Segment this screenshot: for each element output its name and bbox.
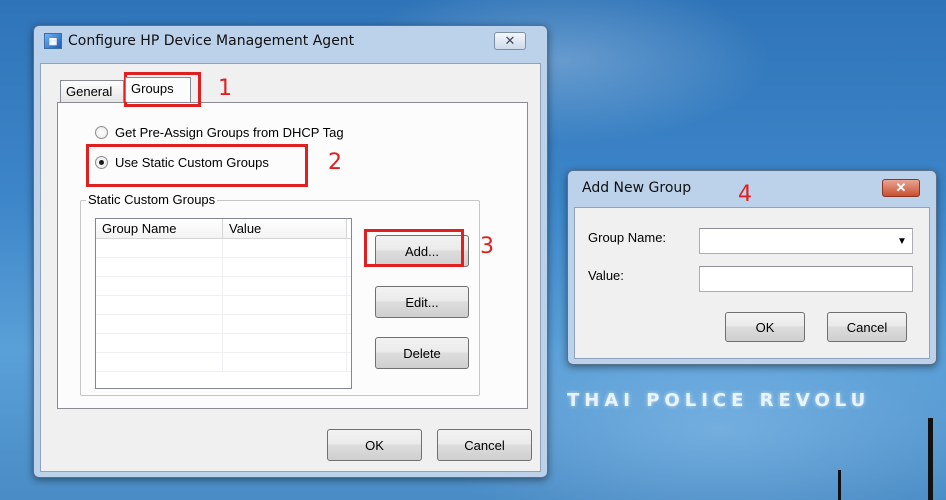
annotation-number-4: 4: [738, 182, 752, 207]
list-empty-row: [96, 315, 351, 334]
list-empty-row: [96, 277, 351, 296]
column-value[interactable]: Value: [223, 219, 347, 238]
dialog-client-area: General Groups Get Pre-Assign Groups fro…: [40, 63, 541, 472]
add-group-cancel-button[interactable]: Cancel: [827, 312, 907, 342]
add-group-client-area: Group Name: ▼ Value: OK Cancel: [574, 207, 930, 359]
delete-button[interactable]: Delete: [375, 337, 469, 369]
edit-button[interactable]: Edit...: [375, 286, 469, 318]
list-empty-row: [96, 334, 351, 353]
annotation-number-2: 2: [328, 150, 342, 175]
group-name-label: Group Name:: [588, 230, 667, 245]
column-group-name[interactable]: Group Name: [96, 219, 223, 238]
list-empty-row: [96, 258, 351, 277]
list-empty-row: [96, 296, 351, 315]
groups-list[interactable]: Group Name Value: [95, 218, 352, 389]
radio-dhcp-label: Get Pre-Assign Groups from DHCP Tag: [115, 125, 344, 140]
list-empty-row: [96, 353, 351, 372]
radio-dhcp-groups[interactable]: Get Pre-Assign Groups from DHCP Tag: [95, 125, 344, 140]
tab-general[interactable]: General: [60, 80, 124, 102]
add-group-titlebar[interactable]: Add New Group: [568, 171, 936, 205]
ok-button[interactable]: OK: [327, 429, 422, 461]
hp-agent-app-icon: ▦: [44, 33, 62, 49]
radio-button-unselected[interactable]: [95, 126, 108, 139]
wallpaper-antenna-small: [838, 470, 841, 500]
annotation-number-1: 1: [218, 76, 232, 101]
close-button[interactable]: ✕: [494, 32, 526, 50]
annotation-box-add-button: [364, 229, 464, 267]
dialog-titlebar[interactable]: ▦ Configure HP Device Management Agent: [34, 26, 547, 56]
group-name-combobox[interactable]: ▼: [699, 228, 913, 254]
chevron-down-icon[interactable]: ▼: [894, 232, 910, 250]
value-label: Value:: [588, 268, 624, 283]
list-empty-row: [96, 239, 351, 258]
add-new-group-dialog: Add New Group ✕ Group Name: ▼ Value: OK …: [567, 170, 937, 365]
cancel-button[interactable]: Cancel: [437, 429, 532, 461]
annotation-box-static-groups: [86, 144, 308, 187]
wallpaper-antenna: [928, 418, 933, 500]
add-group-ok-button[interactable]: OK: [725, 312, 805, 342]
tab-groups[interactable]: Groups: [125, 77, 191, 102]
add-group-close-button[interactable]: ✕: [882, 179, 920, 197]
configure-agent-dialog: ▦ Configure HP Device Management Agent ✕…: [33, 25, 548, 478]
annotation-number-3: 3: [480, 234, 494, 259]
add-group-title: Add New Group: [582, 180, 692, 196]
value-input[interactable]: [699, 266, 913, 292]
wallpaper-text: THAI POLICE REVOLU: [567, 390, 871, 411]
list-header: Group Name Value: [96, 219, 351, 239]
dialog-title: Configure HP Device Management Agent: [68, 33, 355, 49]
static-groups-label: Static Custom Groups: [86, 192, 218, 207]
